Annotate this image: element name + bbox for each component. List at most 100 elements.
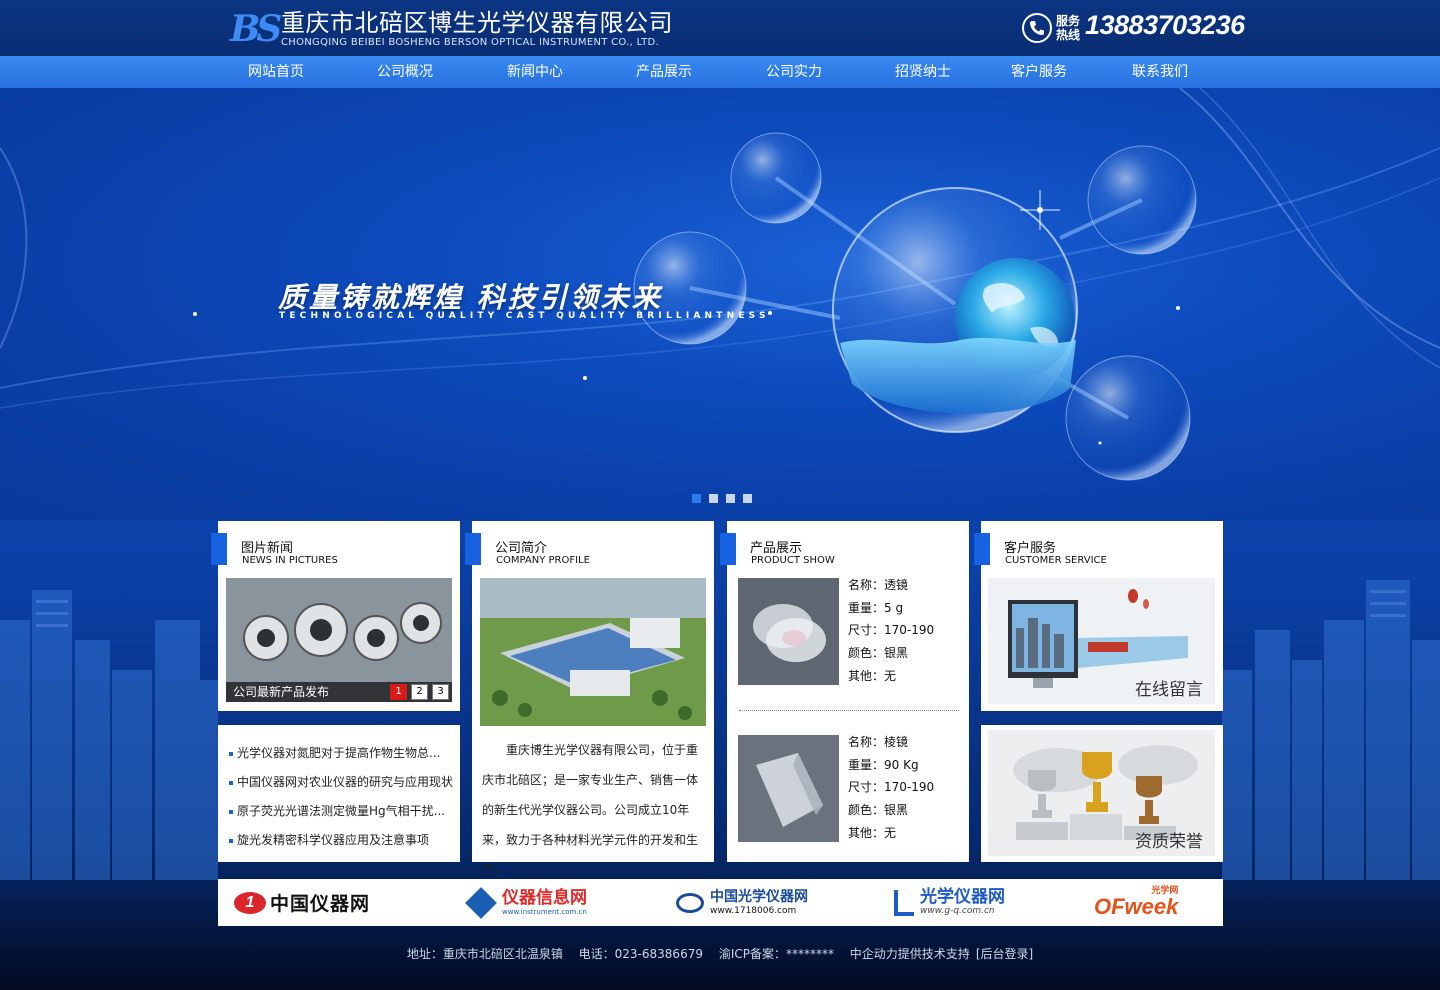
- customer-service-panel: 客户服务 CUSTOMER SERVICE 在线留言: [974, 521, 1223, 711]
- partner-text: 仪器信息网 www.instrument.com.cn: [502, 887, 587, 916]
- footer-address: 地址：重庆市北碚区北温泉镇: [406, 947, 563, 961]
- banner-artwork: [0, 88, 1440, 481]
- partner-name: 中国光学仪器网: [710, 888, 808, 905]
- news-list: 光学仪器对氮肥对于提高作物生物总... 中国仪器网对农业仪器的研究与应用现状 原…: [229, 739, 459, 855]
- panel-title[interactable]: 公司简介: [495, 537, 547, 556]
- panel-accent-bar: [720, 533, 736, 565]
- panel-title[interactable]: 客户服务: [1004, 537, 1056, 556]
- product-info-lens: 名称：透镜 重量：5 g 尺寸：170-190 颜色：银黑 其他：无: [848, 574, 934, 688]
- admin-login-link[interactable]: [后台登录]: [976, 947, 1033, 961]
- nav-customer-service[interactable]: 客户服务: [989, 56, 1089, 88]
- partner-text: 光学网 OFweek: [1094, 887, 1178, 918]
- honors-banner[interactable]: 资质荣誉: [988, 730, 1215, 856]
- product-image-lens[interactable]: [738, 578, 839, 685]
- partner-name: 仪器信息网: [502, 887, 587, 908]
- panel-subtitle: COMPANY PROFILE: [496, 555, 590, 566]
- panel-subtitle: CUSTOMER SERVICE: [1005, 555, 1107, 566]
- nav-recruitment[interactable]: 招贤纳士: [873, 56, 973, 88]
- partner-text: 中国光学仪器网 www.1718006.com: [710, 890, 808, 916]
- panel-subtitle: NEWS IN PICTURES: [242, 555, 338, 566]
- phone-icon: [1022, 13, 1052, 43]
- prism-image: [738, 735, 839, 842]
- partner-link[interactable]: 光学网 OFweek: [1094, 879, 1178, 926]
- product-image-prism[interactable]: [738, 735, 839, 842]
- company-profile-panel: 公司简介 COMPANY PROFILE 重庆博生光学仪器有限公司，位于重庆市北…: [465, 521, 714, 877]
- company-name-en: CHONGQING BEIBEI BOSHENG BERSON OPTICAL …: [281, 37, 659, 48]
- panel-accent-bar: [974, 533, 990, 565]
- product-size: 尺寸：170-190: [848, 623, 935, 638]
- banner-dot[interactable]: [743, 494, 752, 503]
- news-list-item[interactable]: 中国仪器网对农业仪器的研究与应用现状: [229, 768, 459, 797]
- partner-name: 中国仪器网: [270, 893, 371, 915]
- news-slide-image[interactable]: 公司最新产品发布 1 2 3: [226, 578, 452, 702]
- banner-slogan: 质量铸就辉煌 科技引领未来: [278, 281, 663, 314]
- banner-dot[interactable]: [709, 494, 718, 503]
- banner-dot[interactable]: [726, 494, 735, 503]
- product-divider: [739, 710, 959, 711]
- hotline-number: 13883703236: [1085, 10, 1245, 40]
- product-show-panel: 产品展示 PRODUCT SHOW 名称：透镜 重量：5 g 尺寸：170-19…: [720, 521, 969, 862]
- product-color: 颜色：银黑: [848, 646, 909, 661]
- partner-link[interactable]: 仪器信息网 www.instrument.com.cn: [465, 879, 587, 926]
- honors-label: 资质荣誉: [1135, 832, 1203, 852]
- news-list-panel: 光学仪器对氮肥对于提高作物生物总... 中国仪器网对农业仪器的研究与应用现状 原…: [218, 725, 460, 862]
- nav-contact-us[interactable]: 联系我们: [1110, 56, 1210, 88]
- product-other: 其他：无: [848, 825, 897, 840]
- footer-phone: 电话：023-68386679: [578, 947, 703, 961]
- footer-icp[interactable]: 渝ICP备案：********: [719, 947, 834, 961]
- news-slide-pager: 1 2 3: [390, 684, 449, 700]
- panel-subtitle: PRODUCT SHOW: [751, 555, 835, 566]
- product-size: 尺寸：170-190: [848, 780, 935, 795]
- news-slide-caption-text: 公司最新产品发布: [233, 685, 330, 699]
- product-name: 名称：透镜: [848, 578, 909, 592]
- nav-products[interactable]: 产品展示: [614, 56, 714, 88]
- nav-home[interactable]: 网站首页: [226, 56, 326, 88]
- company-name-cn: 重庆市北碚区博生光学仪器有限公司: [281, 9, 673, 37]
- partner-link[interactable]: 中国光学仪器网 www.1718006.com: [676, 879, 808, 926]
- news-list-item[interactable]: 旋光发精密科学仪器应用及注意事项: [229, 826, 459, 855]
- news-list-item[interactable]: 原子荧光光谱法测定微量Hg气相干扰...: [229, 797, 459, 826]
- online-message-label: 在线留言: [1135, 680, 1203, 700]
- nav-company-overview[interactable]: 公司概况: [355, 56, 455, 88]
- panel-title[interactable]: 图片新闻: [241, 537, 293, 556]
- panel-accent-bar: [465, 533, 481, 565]
- pager-button[interactable]: 1: [390, 684, 407, 700]
- partner-url: www.1718006.com: [710, 905, 797, 916]
- footer-support[interactable]: 中企动力提供技术支持: [850, 947, 970, 961]
- company-logo[interactable]: BS: [230, 6, 282, 52]
- partner-logo-icon: 1: [234, 891, 266, 914]
- company-profile-text: 重庆博生光学仪器有限公司，位于重庆市北碚区；是一家专业生产、销售一体的新生代光学…: [482, 743, 699, 877]
- product-name: 名称：棱镜: [848, 735, 909, 749]
- news-slide-caption[interactable]: 公司最新产品发布 1 2 3: [226, 682, 452, 702]
- banner-slogan-en: TECHNOLOGICAL QUALITY CAST QUALITY BRILL…: [279, 311, 770, 321]
- site-header: BS 重庆市北碚区博生光学仪器有限公司 CHONGQING BEIBEI BOS…: [0, 0, 1440, 56]
- pager-button[interactable]: 2: [411, 684, 428, 700]
- partner-name: 光学仪器网: [920, 887, 1005, 907]
- partner-links: 1 中国仪器网 仪器信息网 www.instrument.com.cn 中国光学…: [218, 879, 1223, 926]
- news-pictures-panel: 图片新闻 NEWS IN PICTURES 公司最新产品发布 1 2 3: [211, 521, 460, 711]
- product-info-prism: 名称：棱镜 重量：90 Kg 尺寸：170-190 颜色：银黑 其他：无: [848, 731, 934, 845]
- factory-image[interactable]: [480, 578, 706, 726]
- partner-url: www.g-q.com.cn: [920, 906, 995, 916]
- partner-link[interactable]: 1 中国仪器网: [234, 879, 370, 926]
- main-nav: 网站首页 公司概况 新闻中心 产品展示 公司实力 招贤纳士 客户服务 联系我们: [0, 56, 1440, 88]
- partner-logo-icon: [465, 886, 497, 919]
- panel-accent-bar: [211, 533, 227, 565]
- partner-logo-icon: [676, 892, 704, 913]
- panel-title[interactable]: 产品展示: [750, 537, 802, 556]
- pager-button[interactable]: 3: [432, 684, 449, 700]
- product-weight: 重量：90 Kg: [848, 757, 919, 772]
- news-list-item[interactable]: 光学仪器对氮肥对于提高作物生物总...: [229, 739, 459, 768]
- product-color: 颜色：银黑: [848, 803, 909, 818]
- banner-dot[interactable]: [692, 494, 701, 503]
- banner-pagination: [692, 488, 760, 503]
- factory-aerial-image: [480, 578, 706, 726]
- hero-banner[interactable]: 质量铸就辉煌 科技引领未来 TECHNOLOGICAL QUALITY CAST…: [0, 88, 1440, 520]
- online-message-banner[interactable]: 在线留言: [988, 578, 1215, 704]
- honors-panel: 资质荣誉: [981, 725, 1223, 862]
- nav-company-strength[interactable]: 公司实力: [744, 56, 844, 88]
- nav-news-center[interactable]: 新闻中心: [485, 56, 585, 88]
- partner-link[interactable]: 光学仪器网 www.g-q.com.cn: [894, 879, 1005, 926]
- city-skyline: [0, 580, 1440, 880]
- partner-text: 光学仪器网 www.g-q.com.cn: [920, 889, 1005, 916]
